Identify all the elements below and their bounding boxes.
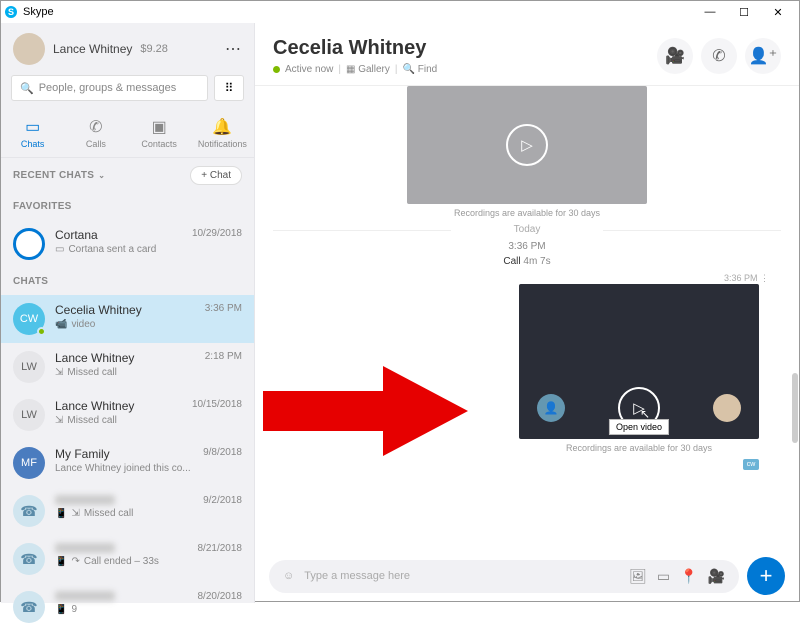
calls-icon: ✆	[64, 117, 127, 137]
participant-avatar: 👤	[537, 394, 565, 422]
contact-anon-3[interactable]: ☎ 8/20/2018 📱9	[1, 583, 254, 631]
video-message-icon[interactable]: 🎥	[708, 568, 725, 585]
presence-dot-icon	[37, 327, 46, 336]
chevron-down-icon: ⌄	[98, 171, 105, 180]
contact-cecelia[interactable]: CW Cecelia Whitney3:36 PM 📹video	[1, 295, 254, 343]
missed-call-icon: ⇲	[71, 508, 79, 519]
composer: ☺ Type a message here 🖼 ▭ 📍 🎥 +	[255, 549, 799, 603]
phone-icon: ☎	[13, 495, 45, 527]
cortana-icon	[13, 228, 45, 260]
tab-calls[interactable]: ✆Calls	[64, 111, 127, 157]
video-recording-thumbnail[interactable]: 👤 ▷↖ Open video	[519, 284, 759, 439]
emoji-icon[interactable]: ☺	[283, 570, 294, 582]
scrollbar[interactable]	[791, 113, 799, 513]
tab-contacts[interactable]: ▣Contacts	[128, 111, 191, 157]
status-text: Active now	[285, 64, 333, 75]
mobile-icon: 📱	[55, 508, 67, 519]
avatar-initials: CW	[13, 303, 45, 335]
find-link[interactable]: 🔍 Find	[403, 64, 438, 75]
open-video-tooltip: Open video	[609, 419, 669, 435]
profile-credit: $9.28	[140, 43, 168, 55]
minimize-button[interactable]: —	[693, 2, 727, 22]
search-icon: 🔍	[20, 82, 34, 95]
avatar-initials: LW	[13, 399, 45, 431]
missed-call-icon: ⇲	[55, 415, 63, 426]
contact-lance-1[interactable]: LW Lance Whitney2:18 PM ⇲Missed call	[1, 343, 254, 391]
contact-anon-1[interactable]: ☎ 9/2/2018 📱⇲Missed call	[1, 487, 254, 535]
message-input[interactable]: ☺ Type a message here 🖼 ▭ 📍 🎥	[269, 560, 739, 593]
close-button[interactable]: ✕	[761, 2, 795, 22]
more-actions-button[interactable]: +	[747, 557, 785, 595]
skype-logo-icon: S	[5, 6, 17, 18]
phone-icon: ☎	[13, 543, 45, 575]
self-badge: cw	[743, 459, 759, 470]
contact-my-family[interactable]: MF My Family9/8/2018 Lance Whitney joine…	[1, 439, 254, 487]
dialpad-button[interactable]: ⠿	[214, 75, 244, 101]
redacted-name	[55, 495, 115, 505]
presence-dot-icon	[273, 66, 280, 73]
chat-body[interactable]: ▷ Recordings are available for 30 days T…	[255, 86, 799, 549]
participant-avatar	[713, 394, 741, 422]
bell-icon: 🔔	[191, 117, 254, 137]
message-menu-icon[interactable]: ⋮	[760, 273, 769, 283]
new-chat-button[interactable]: + Chat	[190, 166, 242, 185]
gallery-link[interactable]: ▦ Gallery	[346, 64, 390, 75]
avatar	[13, 33, 45, 65]
favorites-header: FAVORITES	[1, 193, 254, 220]
missed-call-icon: ⇲	[55, 367, 63, 378]
maximize-button[interactable]: ☐	[727, 2, 761, 22]
mobile-icon: 📱	[55, 556, 67, 567]
tab-notifications[interactable]: 🔔Notifications	[191, 111, 254, 157]
contacts-icon: ▣	[128, 117, 191, 137]
nav-tabs: ▭Chats ✆Calls ▣Contacts 🔔Notifications	[1, 111, 254, 158]
call-ended-icon: ↷	[71, 556, 79, 567]
search-input[interactable]: 🔍 People, groups & messages	[11, 75, 208, 101]
profile-name: Lance Whitney	[53, 42, 132, 56]
contact-card-icon[interactable]: ▭	[657, 568, 670, 585]
recording-note: Recordings are available for 30 days	[509, 443, 769, 453]
avatar-initials: LW	[13, 351, 45, 383]
call-timestamp: 3:36 PM	[273, 241, 781, 252]
mobile-icon: 📱	[55, 604, 67, 615]
phone-icon: ☎	[13, 591, 45, 623]
chats-header: CHATS	[1, 268, 254, 295]
sidebar: Lance Whitney $9.28 ⋯ 🔍 People, groups &…	[1, 23, 255, 603]
chats-icon: ▭	[1, 117, 64, 137]
more-icon[interactable]: ⋯	[225, 39, 242, 59]
audio-call-button[interactable]: ✆	[701, 38, 737, 74]
redacted-name	[55, 543, 115, 553]
redacted-name	[55, 591, 115, 601]
chat-panel: Cecelia Whitney Active now | ▦ Gallery |…	[255, 23, 799, 603]
add-people-button[interactable]: 👤⁺	[745, 38, 781, 74]
location-icon[interactable]: 📍	[680, 568, 697, 585]
recording-note: Recordings are available for 30 days	[273, 208, 781, 218]
date-divider: Today	[273, 224, 781, 235]
call-label: Call	[503, 256, 520, 267]
tab-chats[interactable]: ▭Chats	[1, 111, 64, 157]
contact-lance-2[interactable]: LW Lance Whitney10/15/2018 ⇲Missed call	[1, 391, 254, 439]
avatar-initials: MF	[13, 447, 45, 479]
video-icon: 📹	[55, 319, 67, 330]
call-duration: 4m 7s	[523, 256, 550, 267]
video-call-button[interactable]: 🎥	[657, 38, 693, 74]
search-placeholder: People, groups & messages	[39, 82, 177, 94]
video-icon: 🎥	[665, 46, 685, 66]
play-icon: ▷	[506, 124, 548, 166]
message-placeholder: Type a message here	[304, 570, 410, 582]
contact-anon-2[interactable]: ☎ 8/21/2018 📱↷Call ended – 33s	[1, 535, 254, 583]
photo-icon[interactable]: 🖼	[629, 568, 647, 585]
title-bar: S Skype — ☐ ✕	[1, 1, 799, 23]
add-person-icon: 👤⁺	[749, 46, 777, 66]
chat-title: Cecelia Whitney	[273, 37, 437, 60]
contact-cortana[interactable]: Cortana10/29/2018 ▭Cortana sent a card	[1, 220, 254, 268]
recording-thumbnail[interactable]: ▷	[407, 86, 647, 204]
window-title: Skype	[23, 6, 54, 18]
profile-row[interactable]: Lance Whitney $9.28 ⋯	[1, 23, 254, 75]
card-icon: ▭	[55, 244, 64, 255]
message-time: 3:36 PM	[724, 273, 758, 283]
chat-header: Cecelia Whitney Active now | ▦ Gallery |…	[255, 23, 799, 86]
recent-chats-header[interactable]: RECENT CHATS ⌄ + Chat	[1, 158, 254, 193]
phone-icon: ✆	[712, 46, 725, 66]
